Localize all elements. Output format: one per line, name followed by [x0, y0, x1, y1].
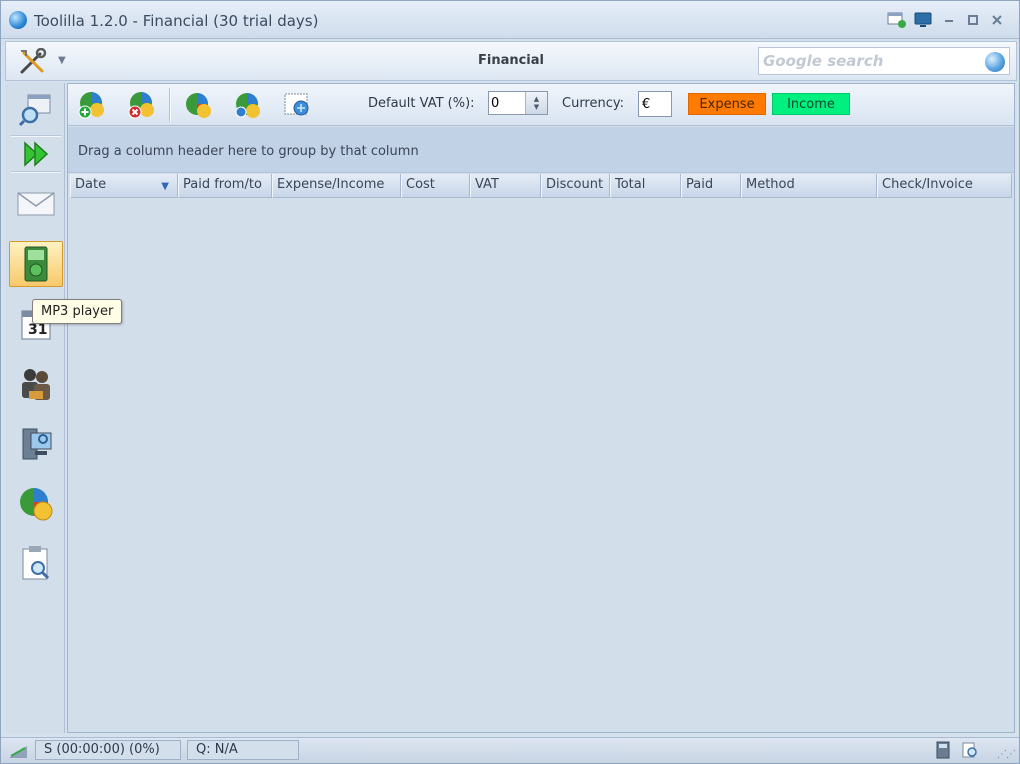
svg-text:31: 31 [28, 322, 47, 338]
expense-button[interactable]: Expense [688, 93, 766, 115]
income-button[interactable]: Income [772, 93, 850, 115]
column-header-label: Method [746, 177, 795, 192]
app-window: Toolilla 1.2.0 - Financial (30 trial day… [0, 0, 1020, 764]
sidebar-item-search[interactable] [9, 87, 63, 133]
copy-entry-button[interactable] [230, 90, 264, 120]
column-header-label: Check/Invoice [882, 177, 973, 192]
search-document-icon[interactable] [961, 741, 979, 763]
column-header-check-invoice[interactable]: Check/Invoice [877, 174, 1012, 198]
column-header-label: Total [615, 177, 646, 192]
network-status-icon [7, 742, 29, 760]
minimize-icon[interactable] [939, 11, 959, 29]
column-header-paid-from-to[interactable]: Paid from/to [178, 174, 272, 198]
sidebar-item-clipboard-search[interactable] [9, 541, 63, 587]
module-header: ▼ Financial [5, 41, 1017, 81]
column-header-total[interactable]: Total [610, 174, 681, 198]
computer-icon [22, 428, 52, 460]
delete-entry-icon [128, 92, 154, 119]
column-header-expense-income[interactable]: Expense/Income [272, 174, 401, 198]
column-header-method[interactable]: Method [741, 174, 877, 198]
column-header-label: Expense/Income [277, 177, 385, 192]
default-vat-spinner[interactable]: ▲▼ [488, 91, 548, 115]
default-vat-input[interactable] [491, 94, 523, 112]
column-header-label: Paid from/to [183, 177, 262, 192]
maximize-icon[interactable] [963, 11, 983, 29]
column-header-label: Cost [406, 177, 435, 192]
sidebar-item-mp3-player[interactable] [9, 241, 63, 287]
column-header-label: Discount [546, 177, 604, 192]
add-entry-icon [78, 92, 104, 119]
forward-arrows-icon [24, 141, 49, 167]
edit-entry-button[interactable] [180, 90, 214, 120]
calculator-icon[interactable] [935, 741, 951, 763]
print-preview-button[interactable] [280, 90, 314, 120]
copy-entry-icon [235, 93, 260, 118]
currency-label: Currency: [562, 96, 625, 111]
group-by-panel[interactable]: Drag a column header here to group by th… [68, 127, 1014, 173]
toolbar-divider [169, 88, 171, 122]
monitor-icon[interactable] [913, 11, 935, 29]
grid-body[interactable] [70, 198, 1012, 732]
module-sidebar: 31 [5, 83, 65, 733]
financial-toolbar: Default VAT (%): ▲▼ Currency: Expense In… [68, 84, 1014, 126]
contacts-icon [22, 369, 50, 400]
queue-status: Q: N/A [187, 740, 299, 760]
print-preview-icon [284, 93, 309, 116]
spinner-arrows-icon[interactable]: ▲ ▼ [525, 92, 547, 114]
status-tray [935, 741, 979, 763]
tools-menu-icon[interactable] [16, 47, 52, 76]
sort-descending-icon[interactable]: ▼ [161, 176, 169, 197]
grid-column-headers: Date ▼ Paid from/to Expense/Income Cost … [70, 174, 1012, 198]
title-bar: Toolilla 1.2.0 - Financial (30 trial day… [1, 1, 1019, 39]
mp3-player-tooltip: MP3 player [32, 299, 123, 324]
column-header-date[interactable]: Date ▼ [70, 174, 178, 198]
resize-grip-icon[interactable]: ⋰⋰ [997, 749, 1016, 760]
add-entry-button[interactable] [74, 90, 108, 120]
clipboard-search-icon [22, 546, 50, 580]
financial-pie-icon [20, 488, 53, 521]
financial-panel: Default VAT (%): ▲▼ Currency: Expense In… [67, 83, 1015, 733]
google-search-box[interactable] [758, 47, 1010, 75]
google-search-input[interactable] [763, 51, 979, 71]
chevron-down-icon[interactable]: ▼ [58, 55, 66, 66]
window-controls [887, 11, 1007, 29]
delete-entry-button[interactable] [124, 90, 158, 120]
status-bar: S (00:00:00) (0%) Q: N/A ⋰⋰ [1, 737, 1019, 763]
column-header-vat[interactable]: VAT [470, 174, 541, 198]
app-logo-icon [9, 11, 27, 29]
edit-entry-icon [186, 93, 211, 118]
sidebar-item-contacts[interactable] [9, 361, 63, 407]
currency-input[interactable] [642, 95, 668, 113]
sidebar-item-financial[interactable] [9, 481, 63, 527]
column-header-label: VAT [475, 177, 499, 192]
default-vat-label: Default VAT (%): [368, 96, 475, 111]
close-icon[interactable] [987, 11, 1007, 29]
sidebar-item-mail[interactable] [9, 181, 63, 227]
sidebar-item-computer[interactable] [9, 421, 63, 467]
group-by-hint: Drag a column header here to group by th… [78, 144, 419, 159]
window-title: Toolilla 1.2.0 - Financial (30 trial day… [34, 12, 319, 30]
search-window-icon [18, 94, 51, 127]
column-header-paid[interactable]: Paid [681, 174, 741, 198]
mp3-player-icon [24, 246, 48, 282]
mail-icon [17, 192, 55, 216]
column-header-label: Date [75, 177, 107, 192]
column-header-cost[interactable]: Cost [401, 174, 470, 198]
currency-field[interactable] [638, 91, 672, 117]
screen-capture-icon[interactable] [887, 11, 909, 29]
column-header-label: Paid [686, 177, 714, 192]
column-header-discount[interactable]: Discount [541, 174, 610, 198]
globe-icon[interactable] [985, 52, 1005, 72]
session-status: S (00:00:00) (0%) [35, 740, 181, 760]
sidebar-divider [11, 171, 61, 173]
